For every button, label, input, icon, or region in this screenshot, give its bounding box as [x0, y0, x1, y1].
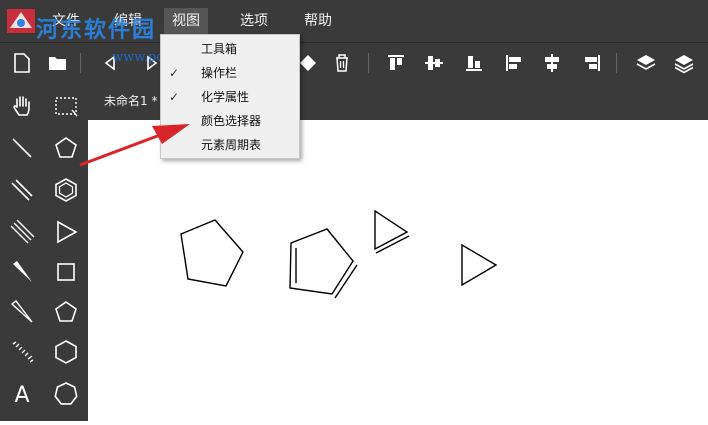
canvas-drawing	[180, 209, 498, 299]
align-right-icon[interactable]	[580, 51, 604, 75]
menu-option-label: 工具箱	[201, 42, 238, 56]
toolbar-separator	[616, 53, 617, 73]
drawing-canvas[interactable]	[88, 120, 708, 421]
align-left-icon[interactable]	[502, 51, 526, 75]
align-vcenter-icon[interactable]	[422, 51, 446, 75]
menu-option-label: 颜色选择器	[201, 114, 262, 128]
menu-options[interactable]: 选项	[232, 8, 276, 34]
watermark-text: 河东软件园	[36, 17, 157, 43]
double-bond-icon[interactable]	[8, 176, 36, 204]
triangle-structure[interactable]	[461, 243, 498, 287]
marquee-select-icon[interactable]	[52, 92, 80, 120]
tool-panel: A	[0, 82, 88, 421]
check-icon: ✓	[169, 90, 180, 104]
menu-option-chemical-properties[interactable]: ✓ 化学属性	[161, 85, 299, 109]
hash-bond-icon[interactable]	[8, 338, 36, 366]
menu-option-action-bar[interactable]: ✓ 操作栏	[161, 61, 299, 85]
view-menu-dropdown: 工具箱 ✓ 操作栏 ✓ 化学属性 颜色选择器 元素周期表	[160, 34, 300, 159]
triple-bond-icon[interactable]	[8, 218, 36, 246]
align-hcenter-icon[interactable]	[540, 51, 564, 75]
menu-option-toolbox[interactable]: 工具箱	[161, 37, 299, 61]
text-tool-icon[interactable]: A	[8, 380, 36, 408]
toolbar-separator	[80, 53, 81, 73]
pentagon-icon[interactable]	[52, 298, 80, 326]
menu-option-label: 化学属性	[201, 90, 250, 104]
menu-option-periodic-table[interactable]: 元素周期表	[161, 133, 299, 157]
menu-view[interactable]: 视图	[164, 8, 208, 34]
align-top-icon[interactable]	[384, 51, 408, 75]
cyclopropene-structure[interactable]	[374, 209, 410, 254]
heptagon-icon[interactable]	[52, 380, 80, 408]
toolbar-separator	[368, 53, 369, 73]
text-tool-glyph: A	[14, 383, 29, 408]
benzene-ring-icon[interactable]	[52, 176, 80, 204]
delete-icon[interactable]	[330, 51, 354, 75]
single-bond-icon[interactable]	[8, 134, 36, 162]
toolbar	[0, 42, 708, 83]
open-folder-icon[interactable]	[46, 51, 70, 75]
hollow-wedge-bond-icon[interactable]	[8, 298, 36, 326]
check-icon: ✓	[169, 66, 180, 80]
square-ring-icon[interactable]	[52, 258, 80, 286]
menu-option-label: 元素周期表	[201, 138, 262, 152]
new-file-icon[interactable]	[10, 51, 34, 75]
hand-tool-icon[interactable]	[8, 92, 36, 120]
triangle-ring-icon[interactable]	[52, 218, 80, 246]
pentagon-structure[interactable]	[180, 219, 244, 287]
menu-option-color-picker[interactable]: 颜色选择器	[161, 109, 299, 133]
document-tab[interactable]: 未命名1 *	[94, 82, 168, 120]
app-logo-icon	[7, 9, 35, 33]
hexagon-icon[interactable]	[52, 338, 80, 366]
layer-down-icon[interactable]	[672, 51, 696, 75]
align-bottom-icon[interactable]	[462, 51, 486, 75]
menu-option-label: 操作栏	[201, 66, 238, 80]
layer-up-icon[interactable]	[634, 51, 658, 75]
cyclopentene-structure[interactable]	[289, 228, 358, 299]
pentagon-ring-icon[interactable]	[52, 134, 80, 162]
wedge-bond-icon[interactable]	[8, 258, 36, 286]
menu-help[interactable]: 帮助	[296, 8, 340, 34]
